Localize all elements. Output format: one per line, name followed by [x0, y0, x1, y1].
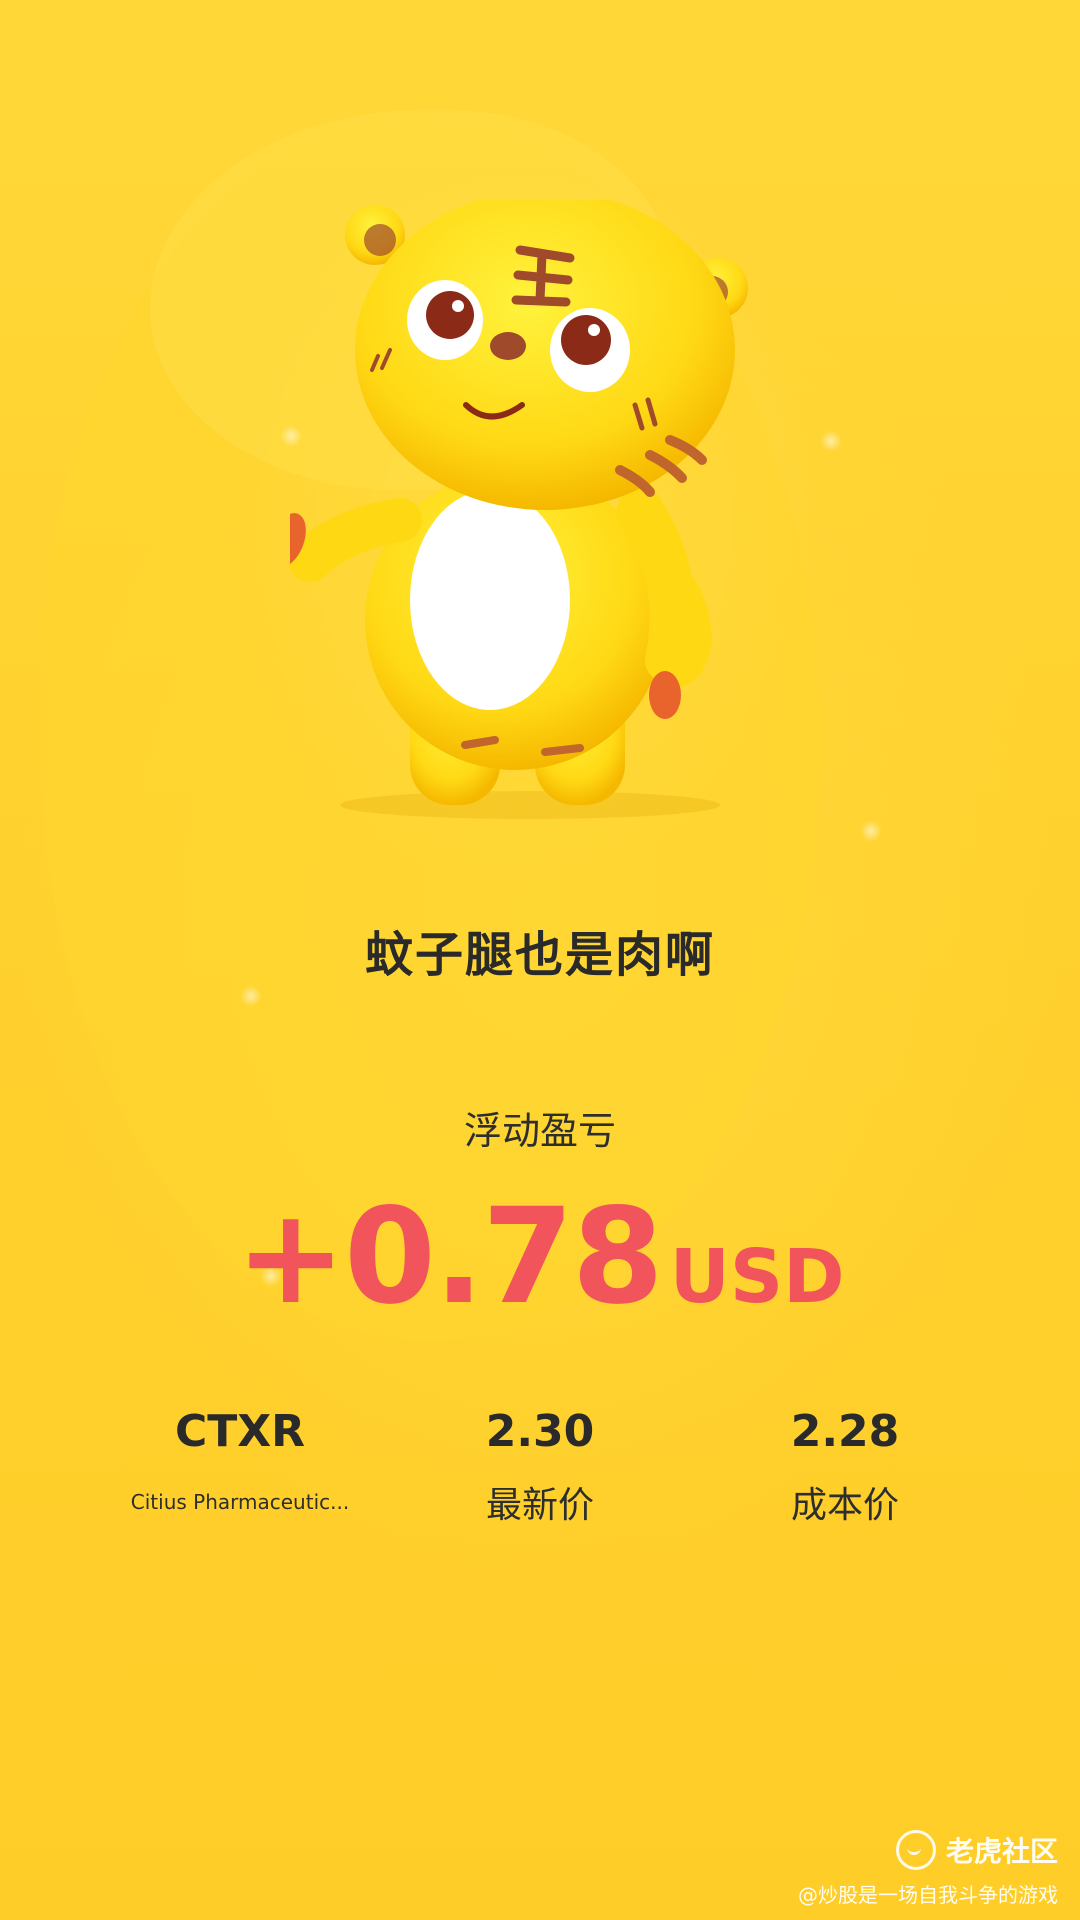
pl-amount: +0.78 [235, 1180, 663, 1334]
sparkle-decoration [860, 820, 882, 842]
cost-price-block: 2.28 成本价 [685, 1400, 1005, 1528]
tiger-community-icon [895, 1830, 936, 1870]
tiger-mascot-icon [290, 200, 748, 819]
latest-price-value: 2.30 [485, 1406, 595, 1457]
community-watermark: 老虎社区 [895, 1830, 1058, 1870]
floating-pl-value: +0.78 USD [0, 1180, 1080, 1334]
sparkle-decoration [240, 985, 262, 1007]
floating-pl-label: 浮动盈亏 [463, 1109, 616, 1153]
stats-row: CTXR Citius Pharmaceutic... 2.30 最新价 2.2… [0, 1400, 1080, 1540]
cost-price-value: 2.28 [790, 1406, 900, 1457]
pl-currency: USD [669, 1234, 845, 1320]
latest-price-label: 最新价 [485, 1485, 594, 1526]
sparkle-decoration [820, 430, 842, 452]
watermark-brand: 老虎社区 [945, 1835, 1058, 1868]
user-nickname: 蚊子腿也是肉啊 [364, 927, 715, 983]
stock-company-name: Citius Pharmaceutic... [130, 1490, 350, 1514]
cost-price-label: 成本价 [790, 1485, 899, 1526]
watermark-author: @炒股是一场自我斗争的游戏 [798, 1883, 1058, 1907]
stock-symbol: CTXR [174, 1406, 306, 1457]
latest-price-block: 2.30 最新价 [380, 1400, 700, 1528]
stock-info: CTXR Citius Pharmaceutic... [80, 1400, 400, 1514]
